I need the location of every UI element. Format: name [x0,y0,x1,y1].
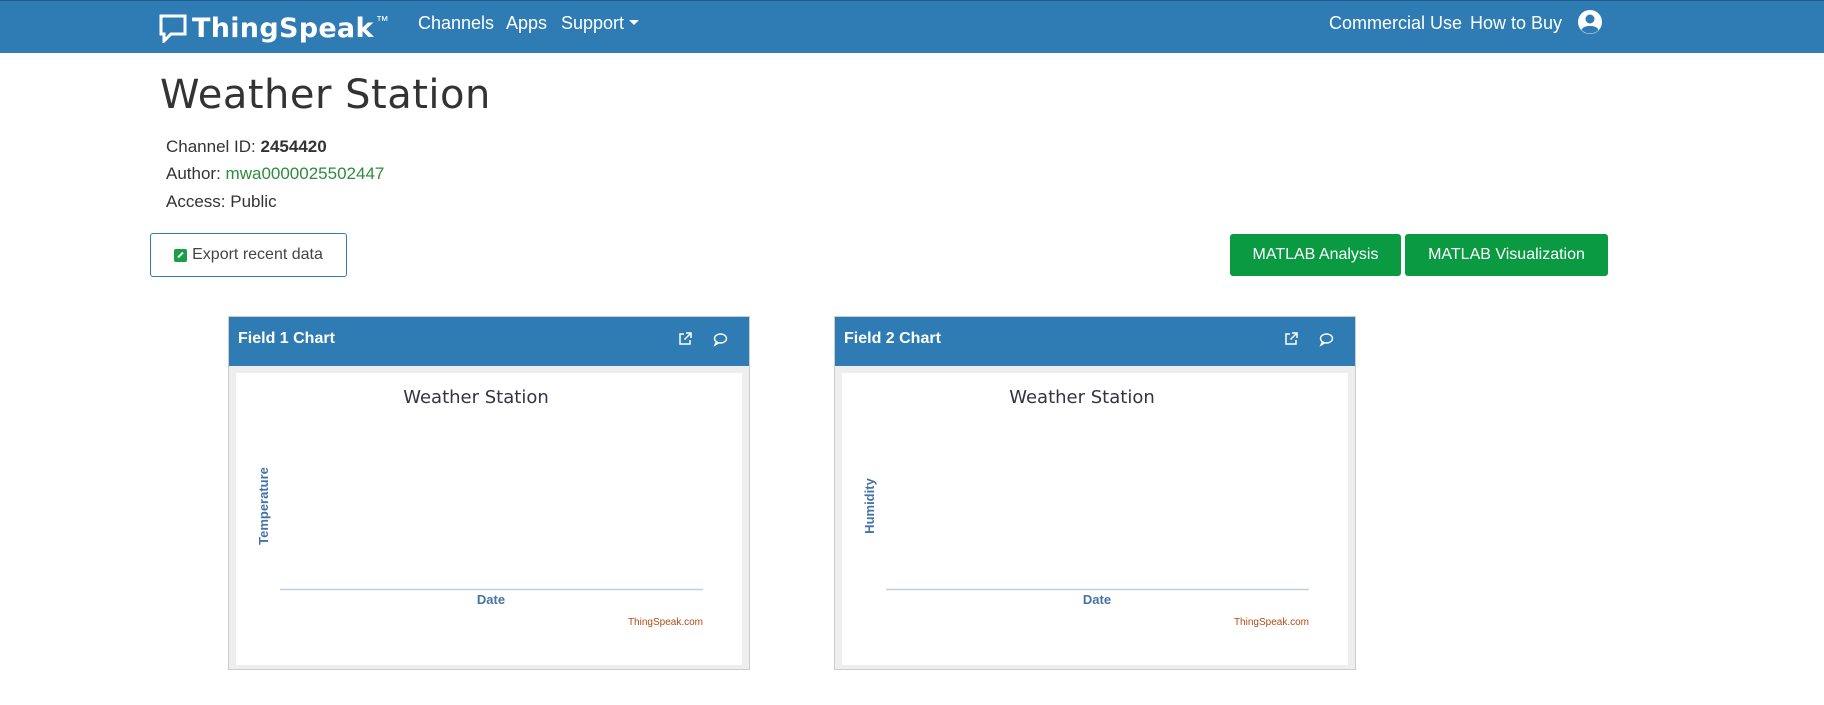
nav-commercial-use[interactable]: Commercial Use [1329,12,1462,34]
channel-id-row: Channel ID: 2454420 [166,137,327,157]
chart-area: Weather Station Temperature Date ThingSp… [236,373,742,665]
brand-logo[interactable]: ThingSpeak ™ [158,11,389,45]
nav-channels[interactable]: Channels [418,12,494,34]
panel-title: Field 1 Chart [238,330,335,347]
export-icon [174,248,188,262]
author-label: Author: [166,164,221,183]
y-axis-label: Temperature [256,467,271,545]
nav-support[interactable]: Support [561,12,640,34]
external-link-icon[interactable] [1283,331,1299,347]
top-navbar: ThingSpeak ™ Channels Apps Support Comme… [0,0,1824,53]
chart-credit[interactable]: ThingSpeak.com [1234,617,1309,628]
panel-header: Field 2 Chart [835,317,1355,366]
panel-header: Field 1 Chart [229,317,749,366]
y-axis-label: Humidity [862,477,877,533]
brand-name: ThingSpeak [192,12,374,44]
comment-icon[interactable] [712,331,728,347]
nav-how-to-buy[interactable]: How to Buy [1470,12,1562,34]
field-2-chart-panel: Field 2 Chart Weather Station Humidity D… [834,316,1356,670]
channel-id-label: Channel ID: [166,137,256,156]
access-value: Public [230,192,277,211]
nav-support-label: Support [561,13,625,33]
chart-title: Weather Station [1009,387,1155,408]
chart-credit[interactable]: ThingSpeak.com [628,617,703,628]
author-link[interactable]: mwa0000025502447 [226,164,385,183]
export-recent-data-button[interactable]: Export recent data [150,233,347,277]
matlab-analysis-button[interactable]: MATLAB Analysis [1230,234,1401,276]
panel-title: Field 2 Chart [844,330,941,347]
chart-title: Weather Station [403,387,549,408]
comment-icon[interactable] [1318,331,1334,347]
caret-down-icon [629,19,640,25]
page-title: Weather Station [160,72,491,118]
export-button-label: Export recent data [192,246,323,263]
x-axis-label: Date [477,592,505,607]
chart-svg: Weather Station Humidity Date ThingSpeak… [862,387,1309,628]
channel-id-value: 2454420 [260,137,327,156]
brand-trademark: ™ [375,12,389,28]
chart-svg: Weather Station Temperature Date ThingSp… [256,387,703,628]
nav-apps[interactable]: Apps [506,12,547,34]
author-row: Author: mwa0000025502447 [166,164,384,184]
matlab-visualization-button[interactable]: MATLAB Visualization [1405,234,1608,276]
field-1-chart-panel: Field 1 Chart Weather Station Temperatur… [228,316,750,670]
x-axis-label: Date [1083,592,1111,607]
chart-area: Weather Station Humidity Date ThingSpeak… [842,373,1348,665]
speech-bubble-icon [159,14,187,43]
access-row: Access: Public [166,192,277,212]
external-link-icon[interactable] [677,331,693,347]
access-label: Access: [166,192,226,211]
user-avatar-icon[interactable] [1577,9,1603,35]
